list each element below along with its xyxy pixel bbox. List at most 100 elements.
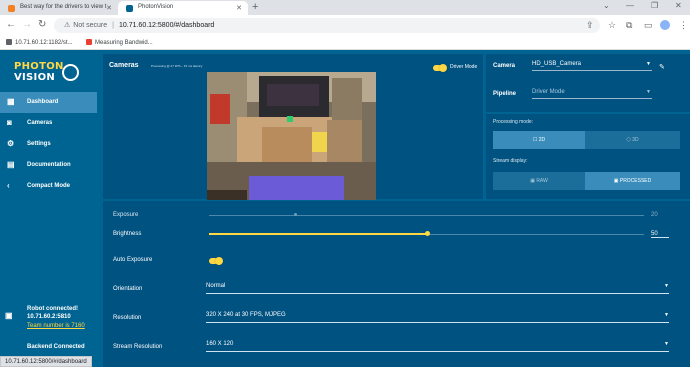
stream-resolution-select[interactable]: 160 X 120 ▼	[206, 341, 669, 352]
back-icon[interactable]: ←	[6, 19, 16, 30]
camera-select[interactable]: HD_USB_Camera ▼	[532, 61, 652, 71]
pipeline-label: Pipeline	[493, 91, 517, 97]
extensions-icon[interactable]: ⧉	[626, 20, 632, 31]
backend-status-text: Backend Connected	[27, 344, 85, 350]
maximize-icon[interactable]: ❐	[651, 1, 658, 10]
sidebar-item-cameras[interactable]: ◙ Cameras	[0, 113, 97, 134]
bookmark-item[interactable]: 10.71.60.12:1182/st...	[6, 39, 73, 46]
sidebar-item-label: Dashboard	[27, 99, 59, 105]
sidebar-item-documentation[interactable]: ▤ Documentation	[0, 155, 97, 176]
pencil-icon[interactable]: ✎	[659, 63, 665, 71]
sidebar-item-label: Compact Mode	[27, 183, 71, 189]
browser-tab-photonvision[interactable]: PhotonVision ✕	[118, 1, 248, 15]
sidebar-icon[interactable]: ▭	[644, 20, 653, 31]
sidebar-item-dashboard[interactable]: ▦ Dashboard	[0, 92, 97, 113]
camera-icon: ◙	[7, 118, 12, 127]
caret-down-icon: ▼	[664, 283, 669, 289]
bookmark-label: 10.71.60.12:1182/st...	[15, 40, 73, 46]
sidebar-item-label: Settings	[27, 141, 51, 147]
close-window-icon[interactable]: ✕	[675, 1, 682, 10]
logo-text-vision: VISION	[14, 72, 56, 83]
resolution-select[interactable]: 320 X 240 at 30 FPS, MJPEG ▼	[206, 312, 669, 323]
stream-processed-button[interactable]: ▣ PROCESSED	[585, 172, 680, 190]
camera-stream	[207, 72, 376, 200]
mode-option-label: 3D	[632, 137, 639, 143]
brightness-label: Brightness	[113, 231, 142, 237]
photonvision-favicon-icon	[126, 5, 133, 12]
dashboard-icon: ▦	[7, 97, 15, 106]
driver-mode-toggle[interactable]	[433, 64, 447, 72]
caret-down-icon: ▼	[664, 312, 669, 318]
share-icon[interactable]: ⇪	[586, 20, 594, 31]
reload-icon[interactable]: ↻	[38, 19, 46, 30]
camera-label: Camera	[493, 63, 516, 69]
brightness-value[interactable]: 50	[651, 231, 669, 238]
processing-mode-3d-button[interactable]: ⬡ 3D	[585, 131, 680, 149]
sidebar-item-compact-mode[interactable]: ‹ Compact Mode	[0, 176, 97, 197]
toggle-knob	[215, 257, 223, 265]
resolution-value: 320 X 240 at 30 FPS, MJPEG	[206, 312, 286, 318]
cameras-fps-latency: Processing @ 27 FPS – 15 ms latency	[151, 64, 203, 68]
resolution-label: Resolution	[113, 315, 142, 321]
new-tab-icon[interactable]: +	[252, 1, 258, 13]
orientation-select[interactable]: Normal ▼	[206, 283, 669, 294]
star-icon[interactable]: ☆	[608, 20, 616, 31]
tab-title: PhotonVision	[138, 4, 174, 10]
close-tab-icon[interactable]: ✕	[236, 4, 242, 12]
orientation-value: Normal	[206, 283, 226, 289]
orientation-label: Orientation	[113, 286, 143, 292]
stream-display-label: Stream display:	[493, 158, 528, 164]
cameras-card: Cameras Processing @ 27 FPS – 15 ms late…	[103, 54, 483, 200]
exposure-slider-thumb[interactable]	[294, 213, 297, 216]
caret-down-icon: ▼	[664, 341, 669, 347]
pipeline-select-value: Driver Mode	[532, 89, 565, 95]
camera-pipeline-card: Camera HD_USB_Camera ▼ ✎ Pipeline Driver…	[486, 54, 690, 112]
stream-raw-button[interactable]: ▣ RAW	[493, 172, 585, 190]
robot-icon: ▣	[5, 311, 13, 320]
globe-icon	[6, 39, 12, 45]
exposure-label: Exposure	[113, 212, 139, 218]
logo-text-photon: PHOTON	[14, 61, 64, 72]
browser-toolbar: ← → ↻ ⚠ Not secure | 10.71.60.12:5800/#/das…	[0, 15, 690, 36]
close-tab-icon[interactable]: ✕	[106, 4, 112, 12]
pipeline-select[interactable]: Driver Mode ▼	[532, 89, 652, 99]
gear-icon: ⚙	[7, 139, 15, 148]
stream-resolution-value: 160 X 120	[206, 341, 234, 347]
browser-status-url: 10.71.60.12:5800/#/dashboard	[0, 356, 92, 367]
address-bar[interactable]: ⚠ Not secure | 10.71.60.12:5800/#/dashboard	[54, 18, 600, 33]
robot-status-text: Robot connected!	[27, 306, 78, 312]
tab-title: Best way for the drivers to view t	[20, 4, 107, 10]
caret-down-icon: ▼	[646, 61, 651, 67]
browser-tab-forum[interactable]: Best way for the drivers to view t ✕	[0, 1, 118, 15]
bookmarks-bar: 10.71.60.12:1182/st... Measuring Bandwid…	[0, 36, 690, 50]
speedtest-icon	[86, 39, 92, 45]
sidebar-item-label: Documentation	[27, 162, 71, 168]
camera-select-value: HD_USB_Camera	[532, 61, 582, 67]
url-text: 10.71.60.12:5800/#/dashboard	[118, 22, 215, 29]
browser-tab-bar: Best way for the drivers to view t ✕ Pho…	[0, 0, 690, 15]
sidebar-item-settings[interactable]: ⚙ Settings	[0, 134, 97, 155]
bookmark-item[interactable]: Measuring Bandwid...	[86, 39, 153, 46]
brightness-slider-thumb[interactable]	[425, 231, 430, 236]
photonvision-app: PHOTON VISION ▦ Dashboard ◙ Cameras ⚙ Se…	[0, 50, 690, 367]
camera-stream-image	[207, 72, 376, 200]
exposure-slider[interactable]	[209, 215, 644, 216]
stream-resolution-label: Stream Resolution	[113, 344, 163, 350]
stream-option-label: PROCESSED	[619, 178, 652, 184]
auto-exposure-toggle[interactable]	[209, 257, 223, 265]
forward-icon[interactable]: →	[22, 19, 32, 30]
processing-mode-2d-button[interactable]: ☐ 2D	[493, 131, 585, 149]
main-content: Cameras Processing @ 27 FPS – 15 ms late…	[97, 50, 690, 367]
bookmark-label: Measuring Bandwid...	[95, 40, 153, 46]
profile-avatar[interactable]	[660, 20, 670, 30]
tab-search-icon[interactable]: ⌄	[603, 1, 610, 10]
minimize-icon[interactable]: —	[626, 1, 634, 10]
cameras-title: Cameras	[109, 62, 139, 69]
caret-down-icon: ▼	[646, 89, 651, 95]
exposure-value[interactable]: 20	[651, 212, 658, 218]
menu-icon[interactable]: ⋮	[679, 20, 688, 31]
camera-settings-card: Exposure 20 Brightness 50 Auto Exposure …	[103, 201, 690, 367]
sidebar-item-label: Cameras	[27, 120, 53, 126]
team-number-link[interactable]: Team number is 7160	[27, 323, 85, 329]
warning-icon: ⚠	[64, 22, 71, 29]
